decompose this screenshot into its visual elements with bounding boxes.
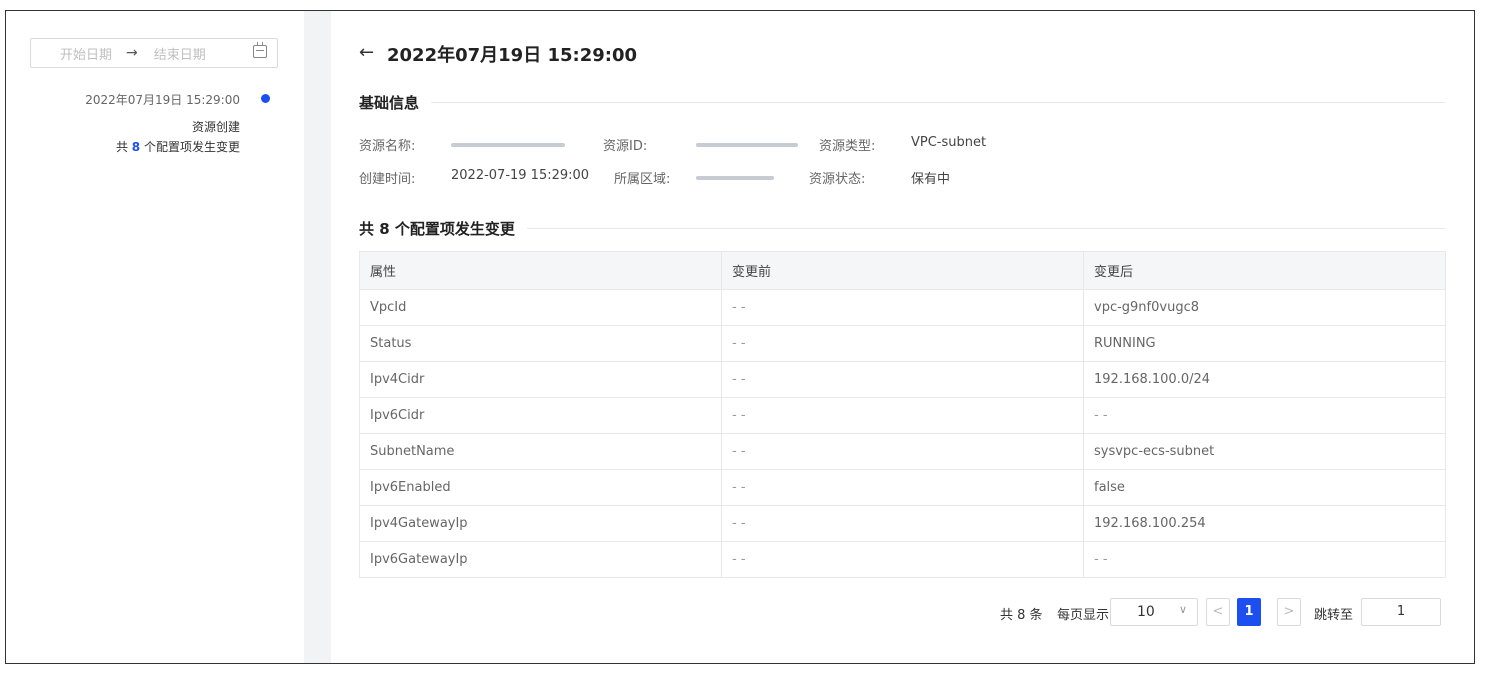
cell-before: - - — [721, 433, 1084, 470]
count-prefix: 共 — [115, 140, 128, 154]
cell-before: - - — [721, 469, 1084, 506]
cell-after: 192.168.100.254 — [1083, 505, 1446, 542]
created-time-value: 2022-07-19 15:29:00 — [451, 168, 590, 183]
header-attribute: 属性 — [359, 251, 722, 290]
cell-attribute: Ipv4GatewayIp — [359, 505, 722, 542]
created-time-label: 创建时间: — [359, 172, 416, 187]
page-1-button[interactable]: 1 — [1237, 598, 1261, 626]
table-row: Status - - RUNNING — [359, 325, 1446, 362]
next-page-button[interactable]: > — [1277, 598, 1301, 626]
resource-type-label: 资源类型: — [819, 139, 876, 154]
table-row: SubnetName - - sysvpc-ecs-subnet — [359, 433, 1446, 470]
timeline-panel: 开始日期 → 结束日期 2022年07月19日 15:29:00 资源创建 共 … — [6, 11, 304, 663]
jump-to-label: 跳转至 — [1314, 608, 1354, 623]
cell-before: - - — [721, 289, 1084, 326]
prev-page-button[interactable]: < — [1206, 598, 1230, 626]
region-value-redacted — [696, 176, 774, 180]
table-row: Ipv6Cidr - - - - — [359, 397, 1446, 434]
pagination-total: 共 8 条 — [1000, 608, 1043, 623]
count-suffix: 个配置项发生变更 — [143, 140, 240, 154]
panel-divider — [304, 11, 331, 663]
page-size-label: 每页显示 — [1057, 608, 1110, 623]
table-row: Ipv6GatewayIp - - - - — [359, 541, 1446, 578]
cell-after: false — [1083, 469, 1446, 506]
table-row: Ipv6Enabled - - false — [359, 469, 1446, 506]
page-size-select[interactable]: 10 ∨ — [1110, 598, 1198, 626]
cell-before: - - — [721, 541, 1084, 578]
table-row: VpcId - - vpc-g9nf0vugc8 — [359, 289, 1446, 326]
start-date-placeholder[interactable]: 开始日期 — [60, 44, 112, 63]
header-after: 变更后 — [1083, 251, 1446, 290]
resource-name-value-redacted — [451, 143, 565, 147]
date-range-picker[interactable]: 开始日期 → 结束日期 — [30, 38, 278, 68]
header-before: 变更前 — [721, 251, 1084, 290]
basic-info-section-title: 基础信息 — [359, 92, 1445, 113]
cell-before: - - — [721, 361, 1084, 398]
page-title: 2022年07月19日 15:29:00 — [387, 45, 638, 66]
resource-type-value: VPC-subnet — [911, 135, 987, 150]
table-header-row: 属性 变更前 变更后 — [359, 251, 1446, 290]
cell-after: - - — [1083, 541, 1446, 578]
cell-after: RUNNING — [1083, 325, 1446, 362]
cell-before: - - — [721, 325, 1084, 362]
page-size-value: 10 — [1137, 604, 1155, 620]
cell-attribute: Status — [359, 325, 722, 362]
section-divider — [431, 102, 1445, 103]
resource-status-label: 资源状态: — [809, 172, 866, 187]
count-number: 8 — [131, 140, 141, 154]
cell-after: - - — [1083, 397, 1446, 434]
cell-before: - - — [721, 505, 1084, 542]
resource-id-label: 资源ID: — [603, 139, 648, 154]
timeline-time[interactable]: 2022年07月19日 15:29:00 — [85, 91, 240, 108]
cell-after: sysvpc-ecs-subnet — [1083, 433, 1446, 470]
cell-attribute: SubnetName — [359, 433, 722, 470]
cell-after: vpc-g9nf0vugc8 — [1083, 289, 1446, 326]
jump-to-input[interactable]: 1 — [1361, 598, 1441, 626]
back-arrow-icon[interactable]: ← — [359, 42, 374, 63]
cell-attribute: VpcId — [359, 289, 722, 326]
cell-before: - - — [721, 397, 1084, 434]
end-date-placeholder[interactable]: 结束日期 — [154, 44, 206, 63]
cell-attribute: Ipv4Cidr — [359, 361, 722, 398]
chevron-down-icon: ∨ — [1178, 603, 1187, 616]
table-row: Ipv4Cidr - - 192.168.100.0/24 — [359, 361, 1446, 398]
changes-section-title: 共 8 个配置项发生变更 — [359, 218, 1445, 239]
basic-info-heading: 基础信息 — [359, 94, 420, 112]
cell-after: 192.168.100.0/24 — [1083, 361, 1446, 398]
table-row: Ipv4GatewayIp - - 192.168.100.254 — [359, 505, 1446, 542]
resource-name-label: 资源名称: — [359, 139, 416, 154]
timeline-change-count[interactable]: 共 8 个配置项发生变更 — [116, 138, 240, 155]
section-divider — [526, 228, 1445, 229]
cell-attribute: Ipv6Cidr — [359, 397, 722, 434]
calendar-icon[interactable] — [253, 42, 267, 58]
cell-attribute: Ipv6GatewayIp — [359, 541, 722, 578]
region-label: 所属区域: — [614, 172, 671, 187]
window-frame: 开始日期 → 结束日期 2022年07月19日 15:29:00 资源创建 共 … — [5, 10, 1475, 664]
cell-attribute: Ipv6Enabled — [359, 469, 722, 506]
timeline-action: 资源创建 — [191, 120, 240, 134]
timeline-dot-icon — [261, 94, 270, 103]
changes-table: 属性 变更前 变更后 VpcId - - vpc-g9nf0vugc8 Stat… — [359, 251, 1446, 578]
changes-heading: 共 8 个配置项发生变更 — [359, 220, 515, 238]
resource-status-value: 保有中 — [911, 172, 951, 187]
resource-id-value-redacted — [696, 143, 798, 147]
detail-panel: ← 2022年07月19日 15:29:00 基础信息 资源名称: 资源ID: … — [331, 11, 1474, 663]
range-arrow-icon: → — [126, 45, 138, 61]
